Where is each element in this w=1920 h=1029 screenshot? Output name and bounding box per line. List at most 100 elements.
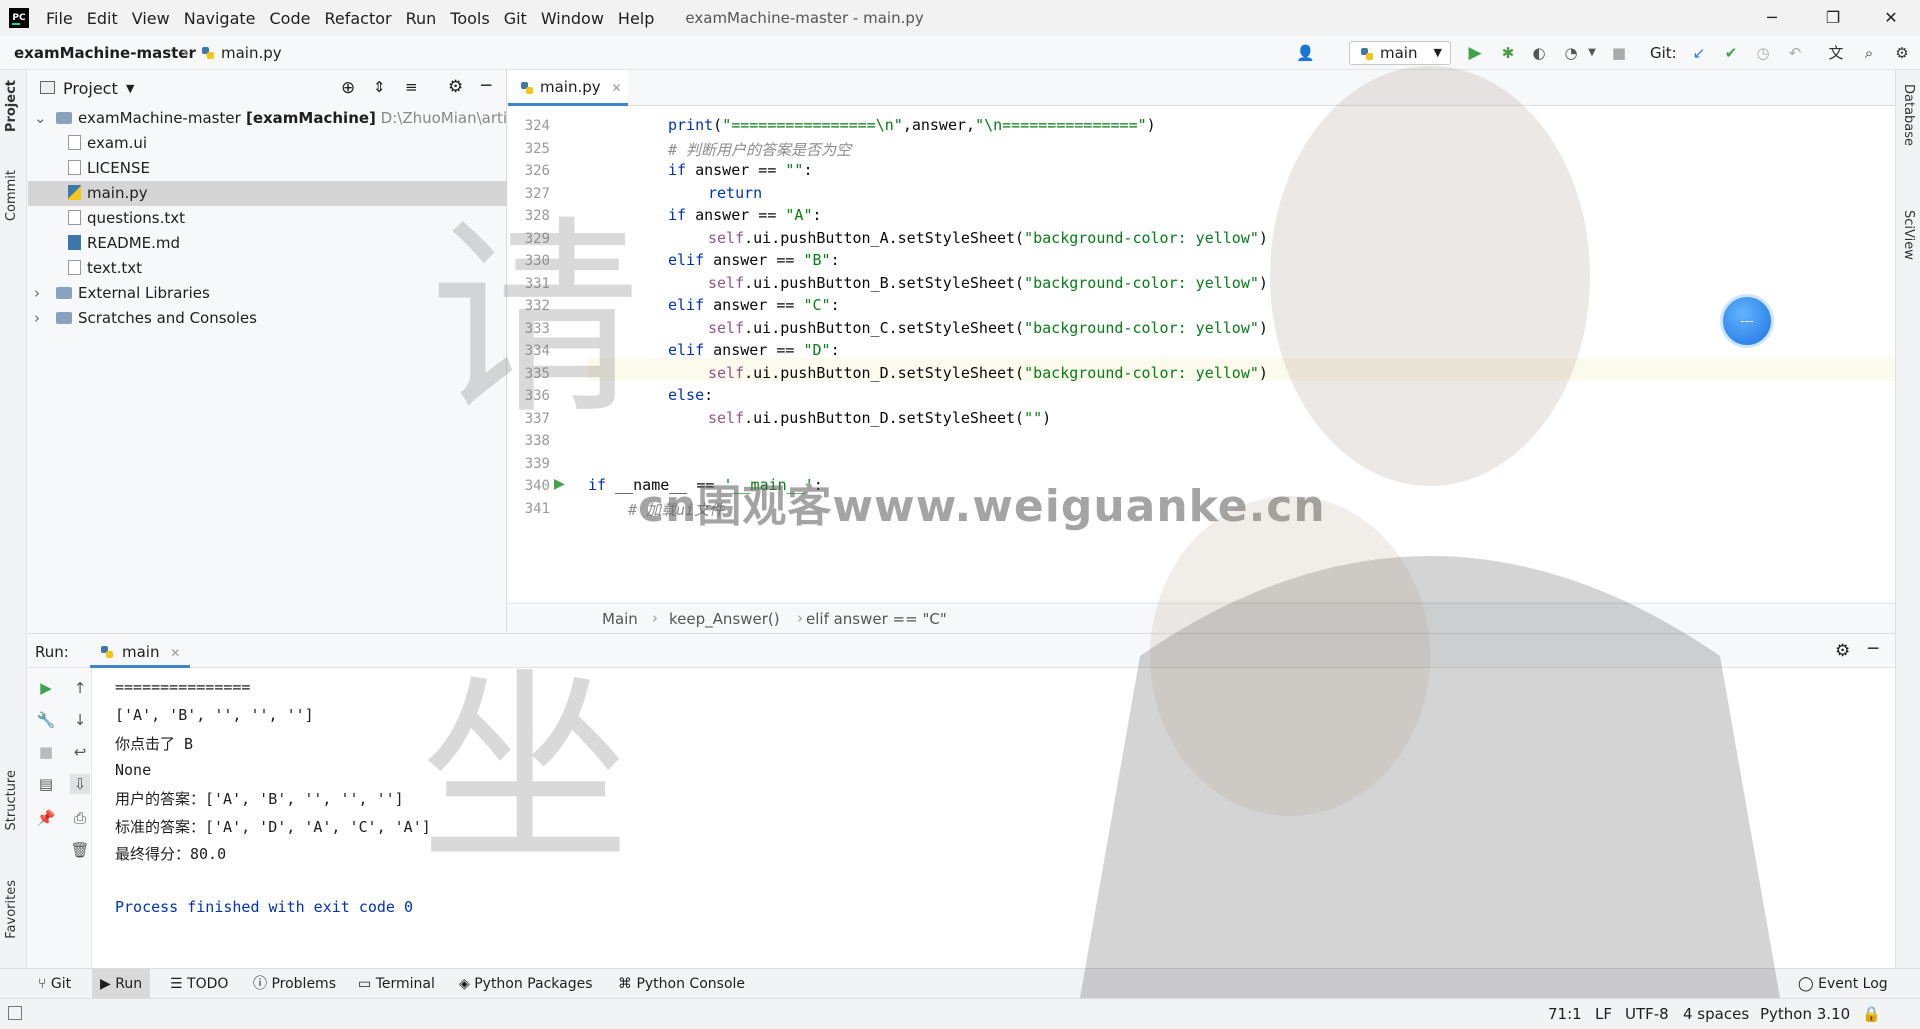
- gear-icon[interactable]: ⚙: [1835, 641, 1850, 661]
- close-window-button[interactable]: ✕: [1868, 0, 1914, 36]
- menu-git[interactable]: Git: [497, 9, 534, 28]
- tool-window-run[interactable]: ▶ Run: [92, 969, 151, 999]
- profile-icon[interactable]: ◔: [1562, 44, 1580, 62]
- event-log-button[interactable]: ◯ Event Log: [1790, 969, 1896, 999]
- scroll-to-end-icon[interactable]: ⇩: [70, 774, 90, 794]
- locate-icon[interactable]: ⊕: [341, 78, 355, 98]
- wrench-icon[interactable]: 🔧: [36, 710, 56, 730]
- translate-icon[interactable]: 文: [1827, 44, 1845, 62]
- git-update-icon[interactable]: ↙: [1690, 44, 1708, 62]
- lock-icon[interactable]: 🔒: [1862, 1005, 1881, 1023]
- folder-icon: [56, 112, 72, 124]
- indent-setting[interactable]: 4 spaces: [1683, 1005, 1749, 1023]
- collapse-all-icon[interactable]: ≡: [405, 78, 418, 96]
- caret-position[interactable]: 71:1: [1548, 1005, 1582, 1023]
- tool-tab-commit[interactable]: Commit: [4, 170, 19, 221]
- file-encoding[interactable]: UTF-8: [1625, 1005, 1669, 1023]
- code-line: # 判断用户的答案是否为空: [668, 140, 852, 159]
- tool-tab-database[interactable]: Database: [1901, 84, 1916, 146]
- menu-run[interactable]: Run: [399, 9, 444, 28]
- file-icon: [68, 135, 81, 150]
- python-file-icon: [202, 47, 214, 59]
- python-config-icon: [1361, 48, 1373, 60]
- hide-panel-icon[interactable]: ─: [481, 76, 491, 96]
- trash-icon[interactable]: 🗑: [70, 840, 90, 860]
- menu-tools[interactable]: Tools: [443, 9, 496, 28]
- stop-icon[interactable]: ■: [36, 742, 56, 762]
- run-icon[interactable]: ▶: [1466, 44, 1484, 62]
- chevron-down-icon[interactable]: ⌄: [34, 106, 56, 131]
- list-icon: ☰: [170, 976, 188, 992]
- menu-view[interactable]: View: [125, 9, 177, 28]
- expand-all-icon[interactable]: ⇕: [373, 78, 386, 96]
- chevron-down-icon[interactable]: ▼: [126, 82, 134, 95]
- python-icon: [68, 185, 81, 200]
- tool-window-git[interactable]: ⑂ Git: [30, 969, 79, 999]
- tool-window-label: Run: [115, 976, 143, 992]
- settings-icon[interactable]: ⚙: [1893, 44, 1911, 62]
- python-interpreter[interactable]: Python 3.10: [1760, 1005, 1850, 1023]
- arrow-up-icon[interactable]: ↑: [70, 678, 90, 698]
- line-separator[interactable]: LF: [1595, 1005, 1612, 1023]
- breadcrumb-scope-function[interactable]: keep_Answer(): [669, 610, 780, 628]
- arrow-down-icon[interactable]: ↓: [70, 710, 90, 730]
- debug-icon[interactable]: ✱: [1499, 44, 1517, 62]
- print-icon[interactable]: ⎙: [70, 808, 90, 828]
- gear-icon[interactable]: ⚙: [448, 77, 463, 97]
- pin-icon[interactable]: 📌: [36, 808, 56, 828]
- floating-assistant-button[interactable]: ---: [1720, 294, 1774, 348]
- console-line: ===============: [115, 678, 251, 696]
- git-label: Git:: [1650, 44, 1677, 62]
- breadcrumb-scope-block[interactable]: elif answer == "C": [806, 610, 947, 628]
- menu-help[interactable]: Help: [611, 9, 661, 28]
- pycharm-logo-icon[interactable]: PC: [9, 8, 29, 28]
- close-icon[interactable]: ✕: [611, 81, 621, 95]
- tool-window-problems[interactable]: ⓘ Problems: [245, 969, 344, 999]
- tree-item-label: External Libraries: [78, 284, 210, 302]
- menu-file[interactable]: File: [39, 9, 80, 28]
- tool-tab-project[interactable]: Project: [4, 80, 19, 132]
- tool-window-python-packages[interactable]: ◈ Python Packages: [451, 969, 601, 999]
- chevron-right-icon[interactable]: ›: [34, 306, 56, 331]
- git-rollback-icon[interactable]: ↶: [1786, 44, 1804, 62]
- rerun-icon[interactable]: ▶: [36, 678, 56, 698]
- tool-tab-structure[interactable]: Structure: [4, 770, 19, 830]
- tool-window-terminal[interactable]: ▭ Terminal: [350, 969, 443, 999]
- tree-item-label: examMachine-master: [78, 109, 241, 127]
- search-icon[interactable]: ⌕: [1860, 44, 1878, 62]
- chevron-down-icon[interactable]: ▼: [1583, 44, 1601, 62]
- coverage-icon[interactable]: ◐: [1530, 44, 1548, 62]
- stop-icon[interactable]: ■: [1610, 44, 1628, 62]
- hide-panel-icon[interactable]: ─: [1868, 639, 1878, 659]
- tool-window-python-console[interactable]: ⌘ Python Console: [610, 969, 753, 999]
- user-account-icon[interactable]: 👤: [1296, 44, 1315, 62]
- soft-wrap-icon[interactable]: ↩: [70, 742, 90, 762]
- menu-window[interactable]: Window: [534, 9, 611, 28]
- layout-toggle-icon[interactable]: [8, 1006, 22, 1020]
- breadcrumb-project[interactable]: examMachine-master: [14, 44, 196, 62]
- breadcrumb-separator: ›: [797, 609, 803, 627]
- tool-window-label: Git: [50, 976, 72, 992]
- module-name: [examMachine]: [240, 109, 376, 127]
- menu-edit[interactable]: Edit: [80, 9, 125, 28]
- git-commit-icon[interactable]: ✔: [1722, 44, 1740, 62]
- md-icon: [68, 235, 81, 250]
- menu-refactor[interactable]: Refactor: [317, 9, 398, 28]
- menu-code[interactable]: Code: [263, 9, 318, 28]
- breadcrumb-file[interactable]: main.py: [221, 44, 282, 62]
- tool-tab-sciview[interactable]: SciView: [1901, 210, 1916, 260]
- chevron-right-icon[interactable]: ›: [34, 281, 56, 306]
- git-history-icon[interactable]: ◷: [1754, 44, 1772, 62]
- close-icon[interactable]: ✕: [170, 646, 180, 660]
- run-gutter-icon[interactable]: ▶: [554, 476, 565, 492]
- tool-tab-favorites[interactable]: Favorites: [4, 880, 19, 939]
- line-number: 341: [524, 500, 550, 517]
- tool-window-todo[interactable]: ☰ TODO: [162, 969, 236, 999]
- restore-button[interactable]: ❐: [1810, 0, 1856, 36]
- left-tool-strip: Project Commit Structure Favorites: [0, 70, 27, 968]
- tree-item[interactable]: ⌄ examMachine-master [examMachine] D:\Zh…: [28, 106, 507, 131]
- project-panel-title[interactable]: Project: [63, 79, 118, 98]
- menu-navigate[interactable]: Navigate: [177, 9, 263, 28]
- minimize-button[interactable]: ─: [1749, 0, 1795, 36]
- layout-icon[interactable]: ▤: [36, 774, 56, 794]
